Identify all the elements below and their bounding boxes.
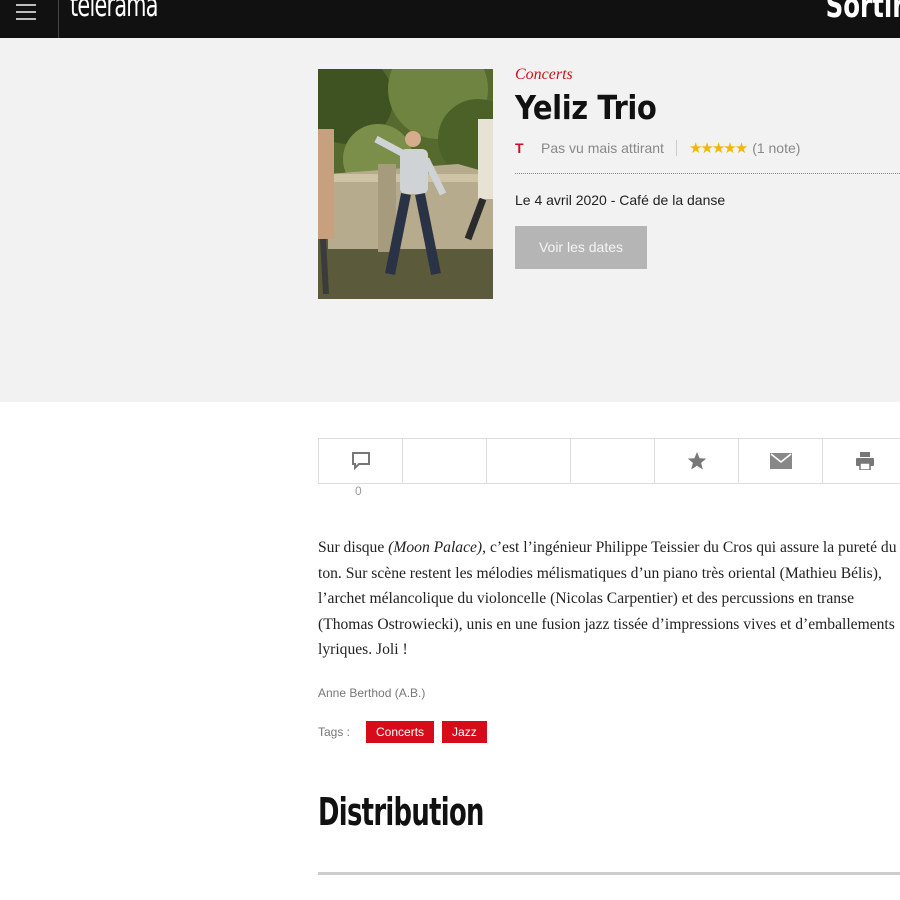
critic-rating: Pas vu mais attirant	[541, 140, 664, 156]
comment-count: 0	[355, 484, 362, 498]
top-bar: télérama Sortir	[0, 0, 900, 38]
author-name[interactable]: Anne Berthod (A.B.)	[318, 686, 425, 700]
event-photo	[318, 69, 493, 299]
print-button[interactable]	[823, 439, 900, 483]
print-icon	[856, 452, 874, 470]
comment-icon	[351, 452, 370, 471]
favorite-button[interactable]	[655, 439, 739, 483]
reader-notes-count[interactable]: (1 note)	[752, 140, 800, 156]
divider	[58, 0, 59, 38]
distribution-heading: Distribution	[318, 790, 484, 834]
share-slot[interactable]	[403, 439, 487, 483]
mail-icon	[769, 453, 792, 469]
article-body: Sur disque (Moon Palace), c’est l’ingéni…	[318, 535, 900, 663]
share-slot[interactable]	[571, 439, 655, 483]
divider	[515, 173, 900, 174]
rating-row: T Pas vu mais attirant ★★★★★ (1 note)	[515, 139, 900, 157]
share-toolbar	[318, 438, 900, 484]
share-slot[interactable]	[487, 439, 571, 483]
tags-label: Tags :	[318, 725, 351, 739]
section-title[interactable]: Sortir	[825, 0, 900, 26]
event-title: Yeliz Trio	[515, 88, 657, 127]
tag-concerts[interactable]: Concerts	[366, 721, 435, 743]
star-icon	[687, 452, 706, 470]
site-logo[interactable]: télérama	[70, 0, 158, 24]
event-hero: Concerts Yeliz Trio T Pas vu mais attira…	[0, 38, 900, 402]
event-date: Le 4 avril 2020 - Café de la danse	[515, 192, 726, 208]
telerama-t-icon: T	[515, 140, 524, 156]
album-title: (Moon Palace)	[388, 539, 483, 556]
see-dates-button[interactable]: Voir les dates	[515, 226, 647, 269]
article-text: , c’est l’ingénieur Philippe Teissier du…	[318, 539, 897, 658]
article-text: Sur disque	[318, 539, 389, 556]
tag-jazz[interactable]: Jazz	[442, 721, 487, 743]
menu-icon[interactable]	[16, 4, 36, 25]
tags-row: Tags : Concerts Jazz	[318, 721, 495, 743]
comment-button[interactable]	[319, 439, 403, 483]
divider	[318, 872, 900, 875]
event-category[interactable]: Concerts	[515, 66, 900, 84]
stars-icon[interactable]: ★★★★★	[689, 139, 748, 157]
divider	[675, 140, 677, 156]
email-button[interactable]	[739, 439, 823, 483]
